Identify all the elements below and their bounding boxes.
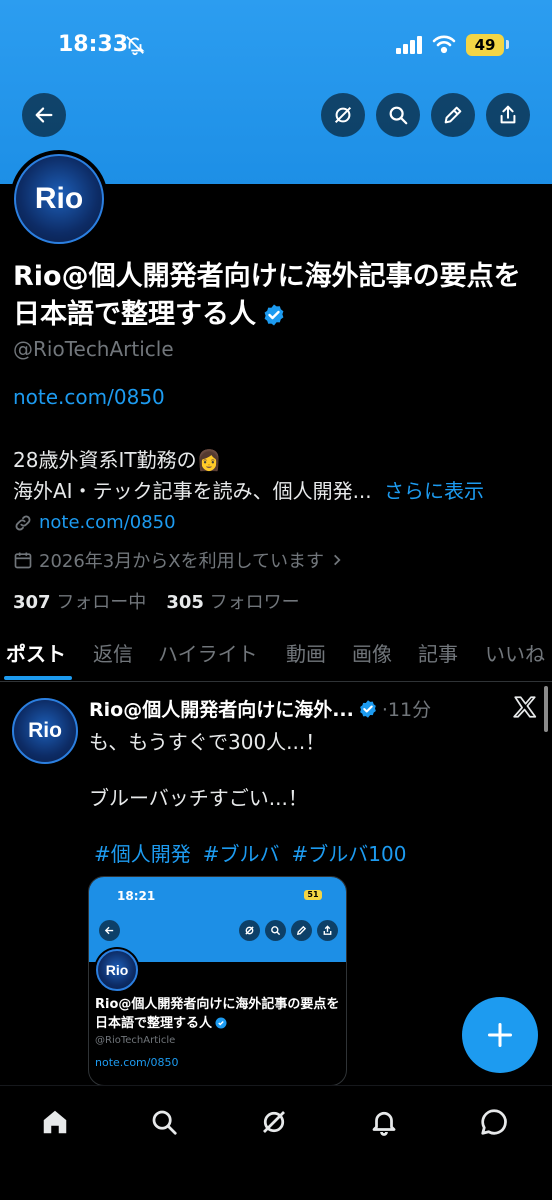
profile-link-row: note.com/0850 [13, 512, 176, 533]
profile-avatar[interactable]: Rio [10, 150, 108, 248]
plus-icon [487, 1022, 513, 1048]
scrollbar-thumb[interactable] [544, 686, 548, 732]
profile-avatar-image: Rio [14, 154, 104, 244]
embed-avatar-logo-text: Rio [105, 962, 129, 978]
embed-avatar: Rio [94, 947, 140, 993]
post-text-line2: ブルーバッチすごい...！ [89, 786, 308, 810]
post-image[interactable]: 18:21 51 Rio Rio@個人開発者向けに海外記事の要点を日本語で整理す… [88, 876, 347, 1086]
joined-date: 2026年3月からXを利用しています [39, 551, 325, 572]
post-hashtags: #個人開発 #ブルバ #ブルバ100 [94, 838, 406, 867]
profile-name-block: Rio@個人開発者向けに海外記事の要点を日本語で整理する人 [13, 258, 543, 338]
share-button[interactable] [486, 93, 530, 137]
profile-website-link[interactable]: note.com/0850 [13, 385, 165, 409]
nav-notifications[interactable] [364, 1102, 404, 1142]
follow-stats: 307 フォロー中 305 フォロワー [13, 588, 300, 614]
nav-home[interactable] [35, 1102, 75, 1142]
tab-videos[interactable]: 動画 [286, 638, 326, 667]
post-avatar[interactable]: Rio [12, 698, 78, 764]
compose-button[interactable] [462, 997, 538, 1073]
embed-status-time: 18:21 [117, 889, 156, 903]
followers-count: 305 [166, 592, 204, 613]
bio-text: 海外AI・テック記事を読み、個人開発... [13, 479, 372, 503]
chevron-right-icon [334, 554, 341, 566]
following-count: 307 [13, 592, 51, 613]
link-icon [15, 515, 31, 530]
post-avatar-logo-text: Rio [28, 719, 62, 742]
nav-messages[interactable] [474, 1102, 514, 1142]
nav-search[interactable] [144, 1102, 184, 1142]
pencil-icon [444, 106, 462, 124]
profile-handle: @RioTechArticle [13, 337, 174, 361]
post-author-name[interactable]: Rio@個人開発者向けに海外... [89, 695, 354, 722]
profile-bio-line2: 海外AI・テック記事を読み、個人開発... さらに表示 [13, 475, 484, 504]
embed-share-icon [317, 920, 338, 941]
search-button[interactable] [376, 93, 420, 137]
tab-replies[interactable]: 返信 [93, 638, 133, 667]
cellular-signal-icon [396, 36, 424, 58]
x-logo-icon[interactable] [512, 694, 538, 727]
followers-label: フォロワー [209, 592, 300, 613]
embed-link: note.com/0850 [95, 1056, 179, 1069]
home-icon [43, 1110, 67, 1134]
tab-posts[interactable]: ポスト [6, 638, 66, 667]
embed-profile-name: Rio@個人開発者向けに海外記事の要点を日本語で整理する人 [95, 995, 345, 1035]
active-tab-indicator [4, 676, 72, 680]
verified-badge-icon[interactable] [262, 300, 286, 338]
profile-avatar-logo-text: Rio [34, 182, 84, 215]
share-icon [500, 105, 516, 124]
hashtag-link[interactable]: #ブルバ100 [292, 838, 407, 867]
profile-bio-line1: 28歳外資系IT勤務の👩 [13, 448, 222, 472]
post-text-line1: も、もうすぐで300人...！ [89, 730, 326, 754]
verified-badge-icon [358, 699, 378, 719]
chat-bubble-icon [481, 1109, 507, 1135]
nav-grok[interactable] [254, 1102, 294, 1142]
grok-icon [263, 1111, 285, 1133]
embed-battery: 51 [304, 890, 322, 900]
joined-row[interactable]: 2026年3月からXを利用しています [13, 547, 344, 573]
bell-icon [372, 1111, 396, 1136]
followers-stat[interactable]: 305 フォロワー [166, 588, 299, 614]
battery-level: 49 [466, 34, 504, 56]
embed-back-icon [99, 920, 120, 941]
hashtag-link[interactable]: #個人開発 [94, 838, 191, 867]
wifi-icon [432, 34, 456, 58]
profile-url-link[interactable]: note.com/0850 [39, 512, 176, 533]
search-icon [152, 1110, 177, 1135]
verified-badge-icon [215, 1016, 227, 1035]
battery-tip [506, 40, 509, 49]
status-time: 18:33 [58, 32, 129, 57]
bottom-navigation [0, 1085, 552, 1200]
embed-handle: @RioTechArticle [95, 1035, 176, 1046]
search-icon [389, 106, 408, 125]
following-stat[interactable]: 307 フォロー中 [13, 588, 146, 614]
embed-grok-icon [239, 920, 260, 941]
following-label: フォロー中 [56, 592, 147, 613]
tab-images[interactable]: 画像 [352, 638, 392, 667]
bell-off-icon [124, 34, 146, 60]
grok-button[interactable] [321, 93, 365, 137]
embed-avatar-image: Rio [96, 949, 138, 991]
calendar-icon [14, 552, 32, 569]
show-more-link[interactable]: さらに表示 [384, 479, 484, 503]
profile-tabs: ポスト 返信 ハイライト 動画 画像 記事 いいね [0, 624, 552, 682]
post-timestamp: ·11分 [381, 699, 432, 721]
tab-highlights[interactable]: ハイライト [158, 638, 258, 667]
back-button[interactable] [22, 93, 66, 137]
post-header: Rio@個人開発者向けに海外... ·11分 [89, 695, 431, 722]
status-bar: 18:33 49 [0, 0, 552, 90]
tab-articles[interactable]: 記事 [418, 638, 458, 667]
grok-icon [334, 106, 352, 124]
hashtag-link[interactable]: #ブルバ [203, 838, 280, 867]
edit-button[interactable] [431, 93, 475, 137]
embed-search-icon [265, 920, 286, 941]
embed-pencil-icon [291, 920, 312, 941]
tab-likes[interactable]: いいね [485, 638, 545, 667]
arrow-left-icon [35, 107, 53, 123]
